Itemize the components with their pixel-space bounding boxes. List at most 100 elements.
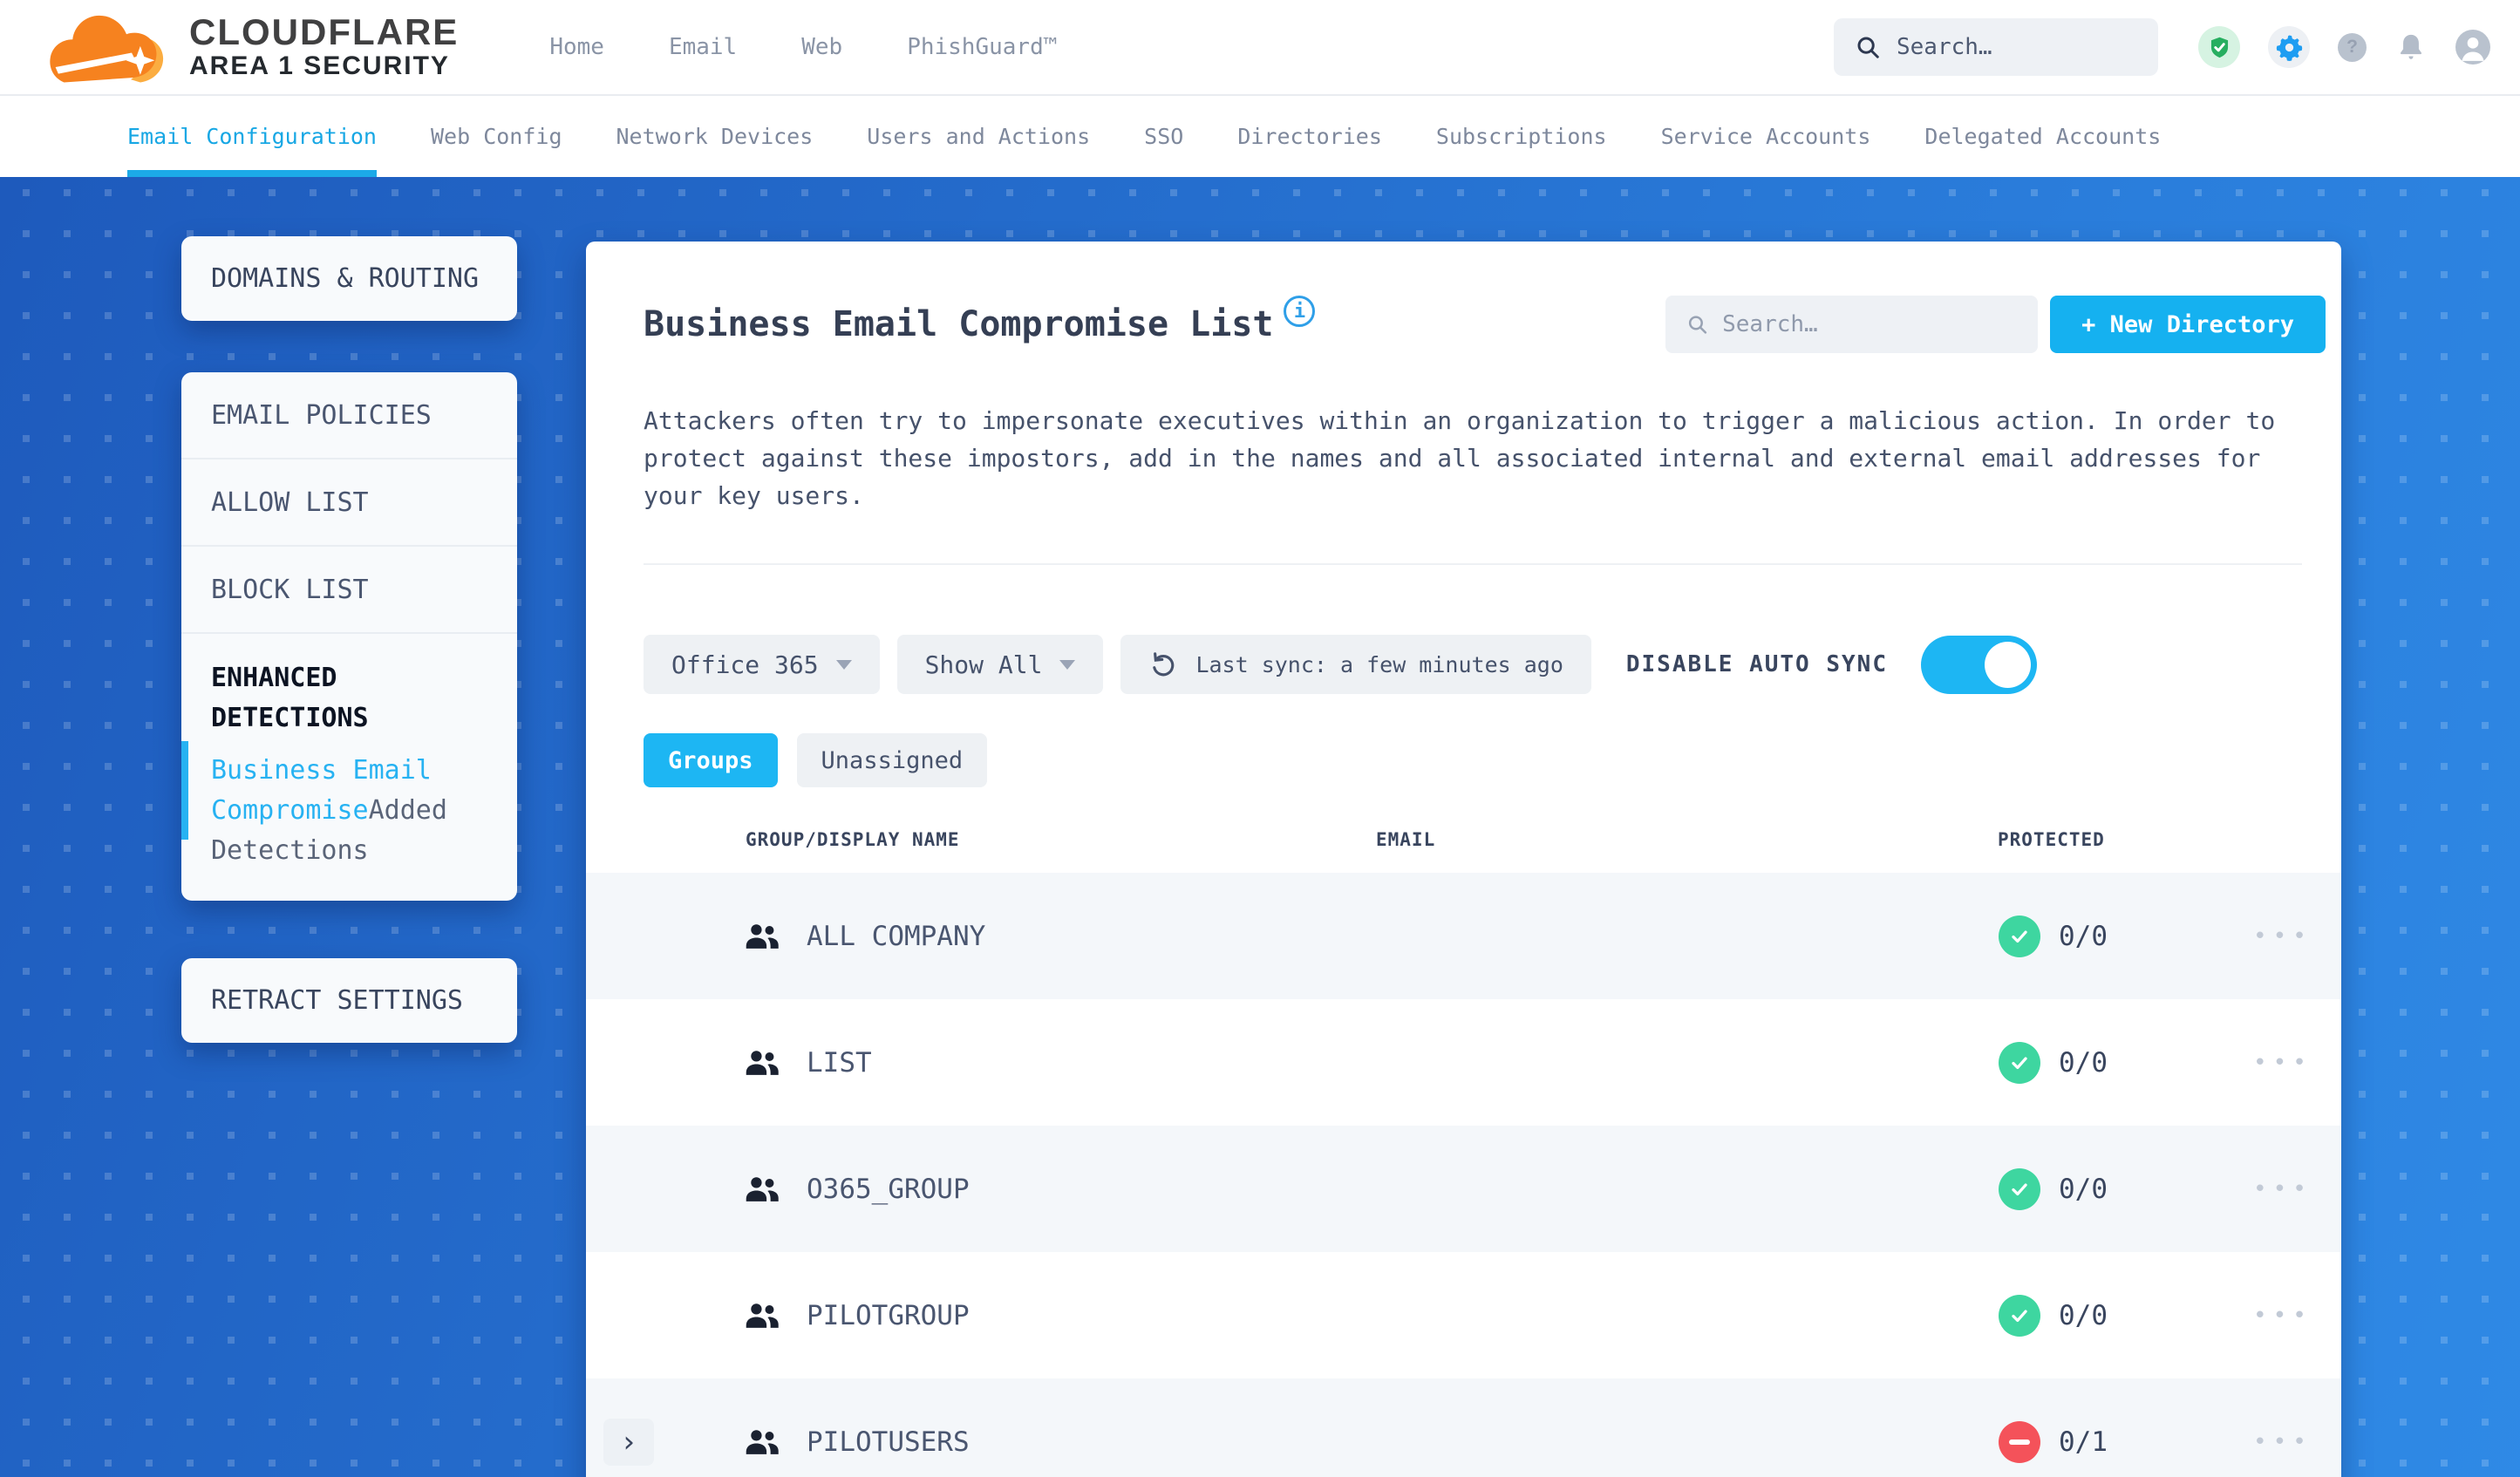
expand-chevron-button[interactable]: › xyxy=(603,1418,654,1466)
brand-name: CLOUDFLARE xyxy=(189,11,460,52)
show-filter-select[interactable]: Show All xyxy=(896,635,1104,694)
view-tabs: Groups Unassigned xyxy=(644,733,2302,787)
bell-icon xyxy=(2400,34,2422,59)
subnav-item-directories[interactable]: Directories xyxy=(1237,96,1382,177)
refresh-icon xyxy=(1153,652,1175,677)
row-actions-menu[interactable]: ••• xyxy=(2253,1303,2312,1329)
column-header-name: GROUP/DISPLAY NAME xyxy=(746,829,960,850)
new-directory-button[interactable]: + New Directory xyxy=(2050,296,2326,353)
sidebar-item-enhanced-detections[interactable]: ENHANCED DETECTIONS xyxy=(211,658,473,738)
bec-list-card: Business Email Compromise List i + New D… xyxy=(586,242,2341,1477)
group-name: ALL COMPANY xyxy=(807,920,986,952)
show-filter-value: Show All xyxy=(924,650,1043,679)
subnav-item-delegated-accounts[interactable]: Delegated Accounts xyxy=(1924,96,2161,177)
protected-status-icon xyxy=(1999,1420,2040,1463)
table-row-pilotusers[interactable]: › PILOTUSERS 0/1 ••• xyxy=(586,1378,2341,1477)
group-icon xyxy=(746,1176,779,1201)
person-icon xyxy=(2462,37,2484,61)
protected-status-icon xyxy=(1999,1167,2040,1210)
global-search-input[interactable] xyxy=(1897,34,2137,60)
card-header: Business Email Compromise List i + New D… xyxy=(644,296,2326,353)
table-header: GROUP/DISPLAY NAME EMAIL PROTECTED xyxy=(586,807,2341,873)
top-nav: Home Email Web PhishGuard™ xyxy=(549,34,1057,60)
search-icon xyxy=(1689,316,1707,334)
cloudflare-logo[interactable]: CLOUDFLARE AREA 1 SECURITY xyxy=(46,6,459,88)
user-avatar[interactable] xyxy=(2455,30,2490,65)
list-search-input[interactable] xyxy=(1722,311,2018,337)
security-status-button[interactable] xyxy=(2198,26,2240,68)
email-policies-list: EMAIL POLICIES ALLOW LIST BLOCK LIST xyxy=(181,372,517,634)
group-name: PILOTUSERS xyxy=(807,1426,970,1458)
row-actions-menu[interactable]: ••• xyxy=(2253,1176,2312,1202)
directory-select-value: Office 365 xyxy=(671,650,819,679)
check-icon xyxy=(2012,1057,2027,1069)
help-button[interactable]: ? xyxy=(2338,32,2367,62)
check-icon xyxy=(2012,1183,2027,1195)
last-sync-status: Last sync: a few minutes ago xyxy=(1120,635,1591,694)
minus-icon xyxy=(2009,1439,2030,1445)
sidebar-item-retract-settings[interactable]: RETRACT SETTINGS xyxy=(181,958,517,1043)
topnav-item-phishguard[interactable]: PhishGuard™ xyxy=(907,34,1057,60)
subnav-item-users-and-actions[interactable]: Users and Actions xyxy=(867,96,1090,177)
section-divider xyxy=(644,563,2302,565)
protected-count: 0/0 xyxy=(2059,920,2108,952)
subnav-item-sso[interactable]: SSO xyxy=(1144,96,1183,177)
row-actions-menu[interactable]: ••• xyxy=(2253,1050,2312,1076)
settings-button[interactable] xyxy=(2268,26,2310,68)
brand-subtitle: AREA 1 SECURITY xyxy=(189,51,450,80)
tab-unassigned[interactable]: Unassigned xyxy=(796,733,988,787)
table-row-pilotgroup[interactable]: PILOTGROUP 0/0 ••• xyxy=(586,1252,2341,1378)
app-window: CLOUDFLARE AREA 1 SECURITY Home Email Web P… xyxy=(0,0,2520,1477)
topnav-item-home[interactable]: Home xyxy=(549,34,604,60)
groups-table: GROUP/DISPLAY NAME EMAIL PROTECTED ALL C… xyxy=(586,807,2341,1477)
sidebar-item-allow-list[interactable]: ALLOW LIST xyxy=(181,459,517,547)
email-policies-card: EMAIL POLICIES ALLOW LIST BLOCK LIST ENHAN… xyxy=(181,372,517,901)
subnav-item-network-devices[interactable]: Network Devices xyxy=(616,96,814,177)
topnav-item-email[interactable]: Email xyxy=(669,34,737,60)
directory-select[interactable]: Office 365 xyxy=(644,635,880,694)
row-actions-menu[interactable]: ••• xyxy=(2253,923,2312,950)
settings-sidebar: DOMAINS & ROUTING EMAIL POLICIES ALLOW LI… xyxy=(181,236,517,1043)
cloudflare-cloud-icon xyxy=(50,15,164,83)
notifications-button[interactable] xyxy=(2394,31,2428,64)
group-icon xyxy=(746,1303,779,1328)
column-header-email: EMAIL xyxy=(1376,829,1436,850)
global-search-box[interactable] xyxy=(1834,18,2158,76)
sidebar-item-domains-routing[interactable]: DOMAINS & ROUTING xyxy=(181,236,517,321)
page-body: DOMAINS & ROUTING EMAIL POLICIES ALLOW LI… xyxy=(0,177,2520,1477)
protected-count: 0/0 xyxy=(2059,1046,2108,1079)
enhanced-subitems: Business Email CompromiseAdded Detection… xyxy=(211,751,487,871)
auto-sync-toggle[interactable] xyxy=(1920,635,2037,694)
top-header: CLOUDFLARE AREA 1 SECURITY Home Email Web P… xyxy=(0,0,2520,96)
brand-text: CLOUDFLARE AREA 1 SECURITY xyxy=(189,13,459,81)
protected-count: 0/0 xyxy=(2059,1173,2108,1205)
table-row-list[interactable]: LIST 0/0 ••• xyxy=(586,999,2341,1126)
sidebar-item-block-list[interactable]: BLOCK LIST xyxy=(181,547,517,634)
subnav-item-subscriptions[interactable]: Subscriptions xyxy=(1436,96,1607,177)
column-header-protected: PROTECTED xyxy=(1998,829,2105,850)
list-search-box[interactable] xyxy=(1665,296,2039,353)
protected-status-icon xyxy=(1999,1041,2040,1084)
gear-icon xyxy=(2276,35,2302,61)
topbar-right: ? xyxy=(1834,18,2490,76)
tab-groups[interactable]: Groups xyxy=(644,733,778,787)
group-name: LIST xyxy=(807,1046,872,1079)
sidebar-item-email-policies[interactable]: EMAIL POLICIES xyxy=(181,372,517,459)
subnav-item-service-accounts[interactable]: Service Accounts xyxy=(1661,96,1871,177)
toggle-knob xyxy=(1984,641,2031,688)
info-icon[interactable]: i xyxy=(1284,296,1316,327)
auto-sync-label: DISABLE AUTO SYNC xyxy=(1625,651,1888,677)
row-actions-menu[interactable]: ••• xyxy=(2253,1429,2312,1455)
group-icon xyxy=(746,1050,779,1075)
chevron-down-icon xyxy=(835,659,852,670)
subnav-item-email-configuration[interactable]: Email Configuration xyxy=(127,96,377,177)
enhanced-detections-section: ENHANCED DETECTIONS Business Email Compr… xyxy=(181,634,517,901)
search-icon xyxy=(1857,37,1879,58)
table-row-o365-group[interactable]: O365_GROUP 0/0 ••• xyxy=(586,1126,2341,1252)
table-row-all-company[interactable]: ALL COMPANY 0/0 ••• xyxy=(586,873,2341,999)
protected-count: 0/1 xyxy=(2059,1426,2108,1458)
page-title: Business Email Compromise List xyxy=(644,304,1274,344)
topnav-item-web[interactable]: Web xyxy=(801,34,842,60)
subnav-item-web-config[interactable]: Web Config xyxy=(431,96,562,177)
last-sync-text: Last sync: a few minutes ago xyxy=(1195,651,1563,677)
